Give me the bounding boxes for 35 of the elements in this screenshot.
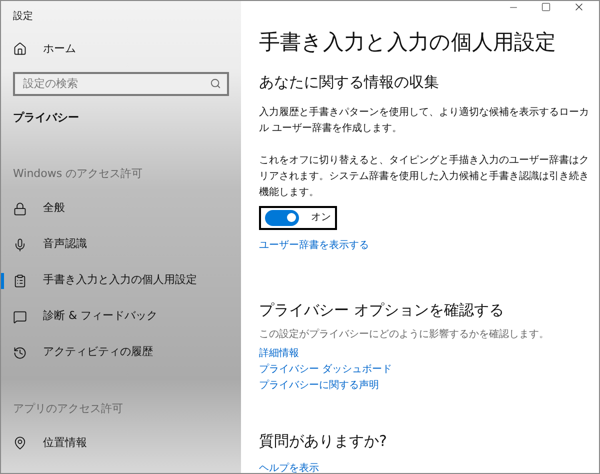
home-icon	[13, 42, 27, 56]
maximize-icon[interactable]	[541, 2, 551, 12]
category-heading: プライバシー	[12, 110, 80, 126]
search-icon	[210, 78, 221, 88]
toggle-switch[interactable]: オン	[259, 206, 337, 230]
dictionary-link[interactable]: ユーザー辞書を表示する	[259, 238, 589, 252]
history-icon	[13, 346, 27, 360]
lock-icon	[13, 202, 27, 216]
search-field[interactable]: 設定の検索	[13, 72, 229, 96]
section-heading: プライバシー オプションを確認する	[259, 300, 505, 320]
section-heading: 質問がありますか?	[259, 431, 388, 452]
window-title: 設定	[12, 10, 34, 24]
page-title: 手書き入力と入力の個人用設定	[259, 29, 557, 56]
nav-item[interactable]: 位置情報	[43, 434, 87, 452]
microphone-icon	[13, 238, 27, 252]
description-text: 入力履歴と手書きパターンを使用して、より適切な候補を表示するローカル ユーザー辞書を作成します。	[259, 106, 589, 136]
group-heading: Windows のアクセス許可	[12, 166, 144, 182]
help-link[interactable]: ヘルプを表示	[259, 460, 589, 473]
close-icon[interactable]	[573, 1, 585, 13]
privacy-link[interactable]: プライバシーに関する声明	[259, 378, 589, 394]
nav-item[interactable]: 全般	[43, 200, 65, 217]
description-text: これをオフに切り替えると、タイピングと手描き入力のユーザー辞書はクリアされます。システム辞書を使用した入力候補と手書き認識は引き続き機能します。	[259, 154, 589, 200]
nav-item[interactable]: 手書き入力と入力の個人用設定	[43, 272, 197, 289]
nav-item[interactable]: 診断 & フィードバック	[43, 308, 158, 325]
section-heading: あなたに関する情報の収集	[259, 72, 440, 92]
nav-item[interactable]: 音声認識	[43, 236, 87, 253]
privacy-link[interactable]: 詳細情報	[259, 346, 589, 362]
map-pin-icon	[13, 436, 27, 450]
chat-bubble-icon	[13, 310, 27, 324]
description-text: この設定がプライバシーにどのように影響するかを確認します。	[259, 328, 550, 342]
clipboard-icon	[13, 274, 27, 288]
group-heading: アプリのアクセス許可	[12, 400, 124, 416]
privacy-link[interactable]: プライバシー ダッシュボード	[259, 362, 589, 378]
nav-item[interactable]: アクティビティの履歴	[43, 344, 153, 361]
home-link[interactable]: ホーム	[43, 41, 76, 58]
